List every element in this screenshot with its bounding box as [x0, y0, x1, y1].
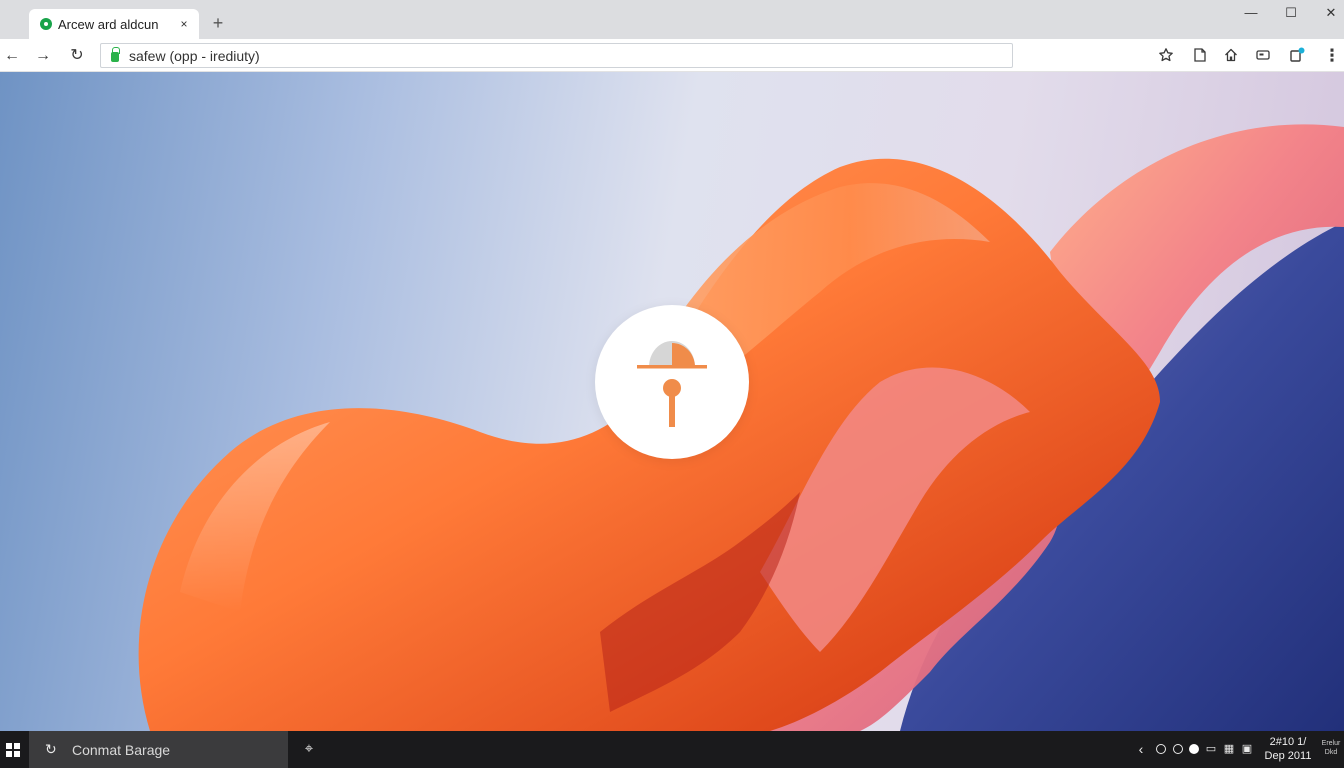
battery-icon[interactable]: [1189, 744, 1199, 754]
collections-icon[interactable]: [1192, 47, 1208, 63]
start-button[interactable]: [0, 731, 26, 768]
close-window-button[interactable]: ✕: [1316, 2, 1344, 24]
address-bar[interactable]: safew (opp - irediuty): [100, 43, 1013, 68]
extensions-icon[interactable]: [1289, 47, 1305, 63]
network-icon[interactable]: [1156, 744, 1166, 754]
new-tab-button[interactable]: +: [208, 13, 228, 33]
windows-logo-icon: [6, 742, 20, 757]
minimize-button[interactable]: —: [1236, 2, 1266, 24]
tab-strip: Arcew ard aldcun × + — ☐ ✕: [0, 0, 1344, 39]
page-content: [0, 72, 1344, 731]
taskbar-search[interactable]: ↻ Conmat Barage: [29, 731, 288, 768]
star-icon[interactable]: [1158, 47, 1174, 63]
search-icon: ↻: [45, 741, 57, 757]
tray-chevron-icon[interactable]: ‹: [1136, 742, 1146, 756]
notification-center-button[interactable]: Erelur Dkd: [1320, 739, 1342, 757]
display-icon[interactable]: ▭: [1205, 742, 1217, 756]
taskbar-search-text: Conmat Barage: [72, 741, 171, 758]
language-icon[interactable]: ▣: [1241, 742, 1253, 756]
tab-close-icon[interactable]: ×: [177, 17, 191, 31]
notification-line-1: Erelur: [1321, 740, 1341, 747]
secure-lock-icon: [111, 47, 120, 62]
browser-tab[interactable]: Arcew ard aldcun ×: [29, 9, 199, 39]
taskbar-clock[interactable]: 2#10 1/ Dep 2011: [1262, 735, 1314, 763]
maximize-button[interactable]: ☐: [1276, 2, 1306, 24]
reload-button[interactable]: ↻: [66, 45, 88, 67]
task-view-icon[interactable]: ⌖: [300, 740, 318, 758]
site-favicon-icon: [40, 18, 52, 30]
padlock-badge: [595, 305, 749, 459]
more-menu-button[interactable]: ⋮: [1321, 45, 1343, 67]
notification-line-2: Dkd: [1324, 749, 1338, 756]
forward-button[interactable]: →: [32, 45, 54, 67]
clock-date: Dep 2011: [1264, 750, 1312, 762]
address-bar-url[interactable]: safew (opp - irediuty): [129, 48, 260, 64]
taskbar: ↻ Conmat Barage ⌖ ‹ ▭ ▦ ▣ 2#10 1/ Dep 20…: [0, 731, 1344, 768]
browser-toolbar: ← → ↻ safew (opp - irediuty) ⋮: [0, 39, 1344, 72]
home-icon[interactable]: [1223, 47, 1239, 63]
keyboard-icon[interactable]: ▦: [1223, 742, 1235, 756]
back-button[interactable]: ←: [1, 45, 23, 67]
volume-icon[interactable]: [1173, 744, 1183, 754]
wallet-icon[interactable]: [1255, 47, 1271, 63]
clock-time: 2#10 1/: [1269, 736, 1307, 748]
padlock-icon: [637, 341, 707, 427]
tab-title: Arcew ard aldcun: [58, 16, 159, 32]
